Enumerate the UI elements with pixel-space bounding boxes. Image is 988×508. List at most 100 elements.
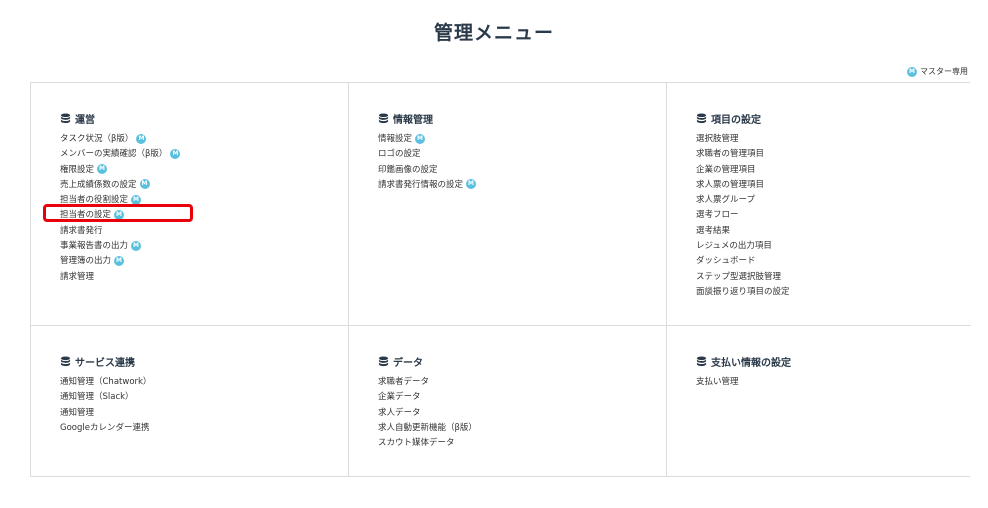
database-icon — [60, 356, 71, 367]
menu-link[interactable]: ロゴの設定 — [378, 149, 421, 159]
database-icon — [378, 356, 389, 367]
menu-link[interactable]: ステップ型選択肢管理 — [696, 272, 781, 282]
menu-item: 請求管理 — [60, 270, 348, 285]
menu-link[interactable]: 管理簿の出力 — [60, 256, 111, 266]
master-badge-icon: M — [131, 240, 142, 251]
menu-link[interactable]: 印鑑画像の設定 — [378, 165, 438, 175]
menu-section: データ求職者データ 企業データ求人データ求人自動更新機能（β版） スカウト媒体データ — [349, 326, 667, 477]
menu-item: ダッシュボード — [696, 254, 971, 269]
menu-item: 請求書発行 — [60, 224, 348, 239]
menu-link[interactable]: 求人自動更新機能（β版） — [378, 423, 477, 433]
menu-list: 情報設定 M ロゴの設定 印鑑画像の設定 請求書発行情報の設定 M — [378, 132, 666, 193]
menu-item: ステップ型選択肢管理 — [696, 270, 971, 285]
section-title: 運営 — [75, 115, 95, 126]
section-header: 運営 — [60, 111, 348, 126]
menu-link[interactable]: ダッシュボード — [696, 256, 756, 266]
menu-item: 権限設定 M — [60, 163, 348, 178]
menu-link[interactable]: 担当者の役割設定 — [60, 195, 128, 205]
master-badge-icon: M — [97, 164, 108, 175]
menu-item: メンバーの実績確認（β版） M — [60, 147, 348, 162]
section-header: データ — [378, 354, 666, 369]
menu-item: 企業データ — [378, 390, 666, 405]
menu-item: 求人票の管理項目 — [696, 178, 971, 193]
menu-item: 担当者の役割設定 M — [60, 193, 348, 208]
menu-item: Googleカレンダー連携 — [60, 421, 348, 436]
menu-link[interactable]: 通知管理（Slack） — [60, 392, 134, 402]
menu-item: 通知管理 — [60, 406, 348, 421]
menu-link[interactable]: 求人票グループ — [696, 195, 755, 205]
menu-item: 管理簿の出力 M — [60, 254, 348, 269]
section-header: 項目の設定 — [696, 111, 971, 126]
menu-item: 求人自動更新機能（β版） — [378, 421, 666, 436]
section-header: 支払い情報の設定 — [696, 354, 971, 369]
menu-list: 通知管理（Chatwork） 通知管理（Slack） 通知管理 Googleカレンダー… — [60, 375, 348, 436]
menu-item: 情報設定 M — [378, 132, 666, 147]
menu-section: 運営 タスク状況（β版） M メンバーの実績確認（β版） M 権限設定 M 売上成績係数の設定… — [31, 83, 349, 326]
menu-item: 請求書発行情報の設定 M — [378, 178, 666, 193]
menu-link[interactable]: 担当者の設定 — [60, 210, 111, 220]
menu-link[interactable]: 通知管理（Chatwork） — [60, 377, 151, 387]
menu-item: スカウト媒体データ — [378, 436, 666, 451]
menu-link[interactable]: 求人データ — [378, 408, 421, 418]
menu-item: 選択肢管理 — [696, 132, 971, 147]
menu-item: 通知管理（Slack） — [60, 390, 348, 405]
menu-link[interactable]: 選択肢管理 — [696, 134, 739, 144]
menu-item: 売上成績係数の設定 M — [60, 178, 348, 193]
menu-item: 通知管理（Chatwork） — [60, 375, 348, 390]
menu-item: 担当者の設定 M — [60, 208, 348, 223]
menu-link[interactable]: Googleカレンダー連携 — [60, 423, 149, 433]
menu-section: 支払い情報の設定支払い管理 — [667, 326, 971, 477]
menu-item: 支払い管理 — [696, 375, 971, 390]
page-title: 管理メニュー — [433, 22, 554, 44]
master-badge-icon: M — [114, 255, 125, 266]
section-header: サービス連携 — [60, 354, 348, 369]
master-badge-icon: M — [907, 66, 917, 77]
menu-link[interactable]: 企業の管理項目 — [696, 165, 756, 175]
menu-item: 企業の管理項目 — [696, 163, 971, 178]
menu-link[interactable]: 面談振り返り項目の設定 — [696, 287, 790, 297]
menu-item: 印鑑画像の設定 — [378, 163, 666, 178]
menu-link[interactable]: 事業報告書の出力 — [60, 241, 128, 251]
menu-item: 求職者データ — [378, 375, 666, 390]
menu-item: レジュメの出力項目 — [696, 239, 971, 254]
master-badge-icon: M — [415, 133, 426, 144]
menu-item: タスク状況（β版） M — [60, 132, 348, 147]
menu-link[interactable]: 通知管理 — [60, 408, 94, 418]
menu-link[interactable]: 支払い管理 — [696, 377, 739, 387]
menu-item: 求人票グループ — [696, 193, 971, 208]
menu-link[interactable]: タスク状況（β版） — [60, 134, 133, 144]
master-badge-icon: M — [136, 133, 147, 144]
menu-link[interactable]: 選考結果 — [696, 226, 730, 236]
menu-link[interactable]: 求人票の管理項目 — [696, 180, 764, 190]
menu-link[interactable]: 求職者の管理項目 — [696, 149, 764, 159]
menu-item: 選考結果 — [696, 224, 971, 239]
menu-link[interactable]: メンバーの実績確認（β版） — [60, 149, 167, 159]
menu-list: 求職者データ 企業データ求人データ求人自動更新機能（β版） スカウト媒体データ — [378, 375, 666, 451]
database-icon — [696, 113, 707, 124]
master-badge-icon: M — [131, 194, 142, 205]
master-only-label: マスター専用 — [920, 67, 968, 76]
section-title: データ — [393, 358, 423, 369]
master-badge-icon: M — [139, 179, 150, 190]
section-header: 情報管理 — [378, 111, 666, 126]
menu-item: 求人データ — [378, 406, 666, 421]
menu-link[interactable]: 権限設定 — [60, 165, 94, 175]
menu-link[interactable]: 請求管理 — [60, 272, 94, 282]
menu-link[interactable]: 請求書発行情報の設定 — [378, 180, 463, 190]
menu-link[interactable]: スカウト媒体データ — [378, 438, 455, 448]
database-icon — [378, 113, 389, 124]
menu-link[interactable]: 請求書発行 — [60, 226, 103, 236]
menu-link[interactable]: 企業データ — [378, 392, 421, 402]
menu-link[interactable]: 売上成績係数の設定 — [60, 180, 137, 190]
menu-link[interactable]: 情報設定 — [378, 134, 412, 144]
menu-link[interactable]: 求職者データ — [378, 377, 429, 387]
admin-menu-grid: 運営 タスク状況（β版） M メンバーの実績確認（β版） M 権限設定 M 売上成績係数の設定… — [30, 82, 971, 477]
section-title: 情報管理 — [393, 115, 433, 126]
master-only-legend: M マスター専用 — [904, 66, 968, 77]
menu-link[interactable]: レジュメの出力項目 — [696, 241, 772, 251]
menu-link[interactable]: 選考フロー — [696, 210, 739, 220]
section-title: 支払い情報の設定 — [711, 358, 791, 369]
menu-list: タスク状況（β版） M メンバーの実績確認（β版） M 権限設定 M 売上成績係数の設定 M 担… — [60, 132, 348, 285]
menu-list: 支払い管理 — [696, 375, 971, 390]
menu-item: ロゴの設定 — [378, 147, 666, 162]
